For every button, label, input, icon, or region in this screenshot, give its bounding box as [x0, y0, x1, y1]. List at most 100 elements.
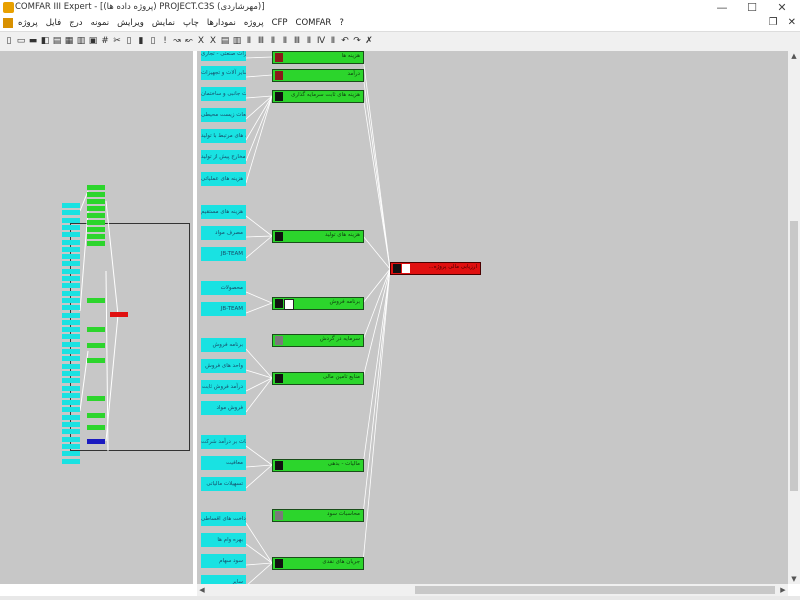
pane-splitter[interactable] — [193, 51, 197, 584]
toolbar-button-icon[interactable]: ▣ — [88, 35, 98, 47]
input-node[interactable]: محصولات — [201, 281, 246, 295]
toolbar-button-icon[interactable]: Ⅲ — [256, 35, 266, 47]
minimap-input-node — [62, 341, 80, 347]
input-node[interactable]: مخارج پیش از تولید — [201, 150, 246, 164]
diagram-workspace[interactable]: تجهیزات صنعتی - تجاری سایر آلات و تجهیزات… — [0, 51, 788, 584]
input-node[interactable]: بهره وام ها — [201, 533, 246, 547]
connector-line — [245, 377, 273, 392]
menu-item[interactable]: CFP — [272, 18, 288, 28]
input-node[interactable]: سود سهام — [201, 554, 246, 568]
window-title: COMFAR III Expert - [(پروژه داده ها) PRO… — [15, 2, 265, 12]
scroll-up-icon[interactable]: ▲ — [788, 51, 800, 61]
toolbar-button-icon[interactable]: Ⅲ — [292, 35, 302, 47]
toolbar-button-icon[interactable]: ↷ — [352, 35, 362, 47]
scroll-down-icon[interactable]: ▼ — [788, 574, 800, 584]
toolbar-button-icon[interactable]: ↶ — [340, 35, 350, 47]
horizontal-scroll-thumb[interactable] — [415, 586, 775, 594]
menu-item[interactable]: درج — [69, 18, 82, 28]
toolbar-button-icon[interactable]: ▯ — [4, 35, 14, 47]
module-node[interactable]: سرمایه در گردش — [272, 334, 364, 347]
input-node[interactable]: برنامه فروش — [201, 338, 246, 352]
close-button[interactable]: ✕ — [767, 0, 797, 16]
module-node[interactable]: مالیات - بدهی — [272, 459, 364, 472]
toolbar-button-icon[interactable]: ▤ — [52, 35, 62, 47]
app-icon — [3, 2, 14, 13]
toolbar-button-icon[interactable]: ▬ — [28, 35, 38, 47]
input-node[interactable]: سایر آلات و تجهیزات — [201, 66, 246, 80]
toolbar-button-icon[interactable]: ! — [160, 35, 170, 47]
toolbar-button-icon[interactable]: Ⅳ — [316, 35, 326, 47]
input-node[interactable]: تجهیزات صنعتی - تجاری — [201, 51, 246, 61]
input-node[interactable]: واحد های فروش — [201, 359, 246, 373]
restore-button[interactable]: ❐ — [769, 17, 778, 28]
toolbar-button-icon[interactable]: ▤ — [220, 35, 230, 47]
toolbar-button-icon[interactable]: Ⅹ — [208, 35, 218, 47]
module-node[interactable]: محاسبات سود — [272, 509, 364, 522]
menu-item[interactable]: نمایش — [152, 18, 175, 28]
toolbar-button-icon[interactable]: ▥ — [76, 35, 86, 47]
minimize-button[interactable]: — — [707, 0, 737, 16]
toolbar-button-icon[interactable]: # — [100, 35, 110, 47]
menu-item[interactable]: ویرایش — [117, 18, 144, 28]
toolbar-button-icon[interactable]: Ⅱ — [280, 35, 290, 47]
input-node[interactable]: هزینه های عملیاتی — [201, 172, 246, 186]
toolbar-button-icon[interactable]: Ⅱ — [328, 35, 338, 47]
scroll-right-icon[interactable]: ▶ — [778, 584, 788, 596]
module-node[interactable]: هزینه های ثابت سرمایه گذاری — [272, 90, 364, 103]
mdi-close-button[interactable]: ✕ — [788, 17, 796, 28]
input-node[interactable]: مصرف مواد — [201, 226, 246, 240]
root-node[interactable]: ...ارزیابی مالی پروژه — [390, 262, 481, 275]
horizontal-scrollbar[interactable]: ◀ ▶ — [197, 584, 788, 596]
toolbar-button-icon[interactable]: Ⅱ — [244, 35, 254, 47]
input-node[interactable]: JB-TEAM — [201, 302, 246, 316]
toolbar-button-icon[interactable]: ✂ — [112, 35, 122, 47]
menu-item[interactable]: چاپ — [183, 18, 199, 28]
input-node[interactable]: هزینه های مستقیم — [201, 205, 246, 219]
module-node[interactable]: هزینه ها — [272, 51, 364, 64]
input-node[interactable]: تسهیلات مالیاتی — [201, 477, 246, 491]
minimap-module-node — [87, 213, 105, 218]
input-node[interactable]: مالیات بر درآمد شرکت — [201, 435, 246, 449]
menu-item[interactable]: پروژه — [244, 18, 264, 28]
menu-item[interactable]: نمودارها — [207, 18, 236, 28]
input-node[interactable]: معافیت — [201, 456, 246, 470]
toolbar-button-icon[interactable]: ◧ — [40, 35, 50, 47]
input-node[interactable]: سایر — [201, 575, 246, 584]
module-node[interactable]: درآمد — [272, 69, 364, 82]
toolbar-button-icon[interactable]: ▯ — [148, 35, 158, 47]
input-node[interactable]: تجهیزات جانبی و ساختمان — [201, 87, 246, 101]
toolbar-button-icon[interactable]: ▭ — [16, 35, 26, 47]
toolbar-button-icon[interactable]: ▮ — [136, 35, 146, 47]
input-node[interactable]: مطالعات زیست محیطی — [201, 108, 246, 122]
input-node[interactable]: JB-TEAM — [201, 247, 246, 261]
minimap-input-node — [62, 334, 80, 340]
input-node[interactable]: فروش مواد — [201, 401, 246, 415]
connector-line — [245, 543, 273, 564]
module-node[interactable]: برنامه فروش — [272, 297, 364, 310]
toolbar-button-icon[interactable]: ▯ — [124, 35, 134, 47]
menu-item[interactable]: COMFAR — [296, 18, 332, 28]
module-node[interactable]: هزینه های تولید — [272, 230, 364, 243]
menu-item[interactable]: ? — [339, 18, 344, 28]
module-node[interactable]: جریان های نقدی — [272, 557, 364, 570]
toolbar-button-icon[interactable]: Ⅹ — [196, 35, 206, 47]
menu-item[interactable]: پروژه — [18, 18, 38, 28]
scroll-left-icon[interactable]: ◀ — [197, 584, 207, 596]
vertical-scrollbar[interactable]: ▲ ▼ — [788, 51, 800, 584]
toolbar-button-icon[interactable]: ✗ — [364, 35, 374, 47]
menu-item[interactable]: نمونه — [91, 18, 110, 28]
toolbar-button-icon[interactable]: Ⅱ — [304, 35, 314, 47]
module-node[interactable]: منابع تامین مالی — [272, 372, 364, 385]
menu-item[interactable]: فایل — [46, 18, 61, 28]
minimap-module-node — [87, 227, 105, 232]
toolbar-button-icon[interactable]: Ⅱ — [268, 35, 278, 47]
input-node[interactable]: درآمد فروش ثابت — [201, 380, 246, 394]
toolbar-button-icon[interactable]: ↝ — [172, 35, 182, 47]
input-node[interactable]: هزینه های مرتبط با تولید — [201, 129, 246, 143]
input-node[interactable]: پرداخت های اقساطی — [201, 512, 246, 526]
toolbar-button-icon[interactable]: ▦ — [64, 35, 74, 47]
maximize-button[interactable]: ☐ — [737, 0, 767, 16]
toolbar-button-icon[interactable]: ↜ — [184, 35, 194, 47]
toolbar-button-icon[interactable]: ▥ — [232, 35, 242, 47]
vertical-scroll-thumb[interactable] — [790, 221, 798, 491]
